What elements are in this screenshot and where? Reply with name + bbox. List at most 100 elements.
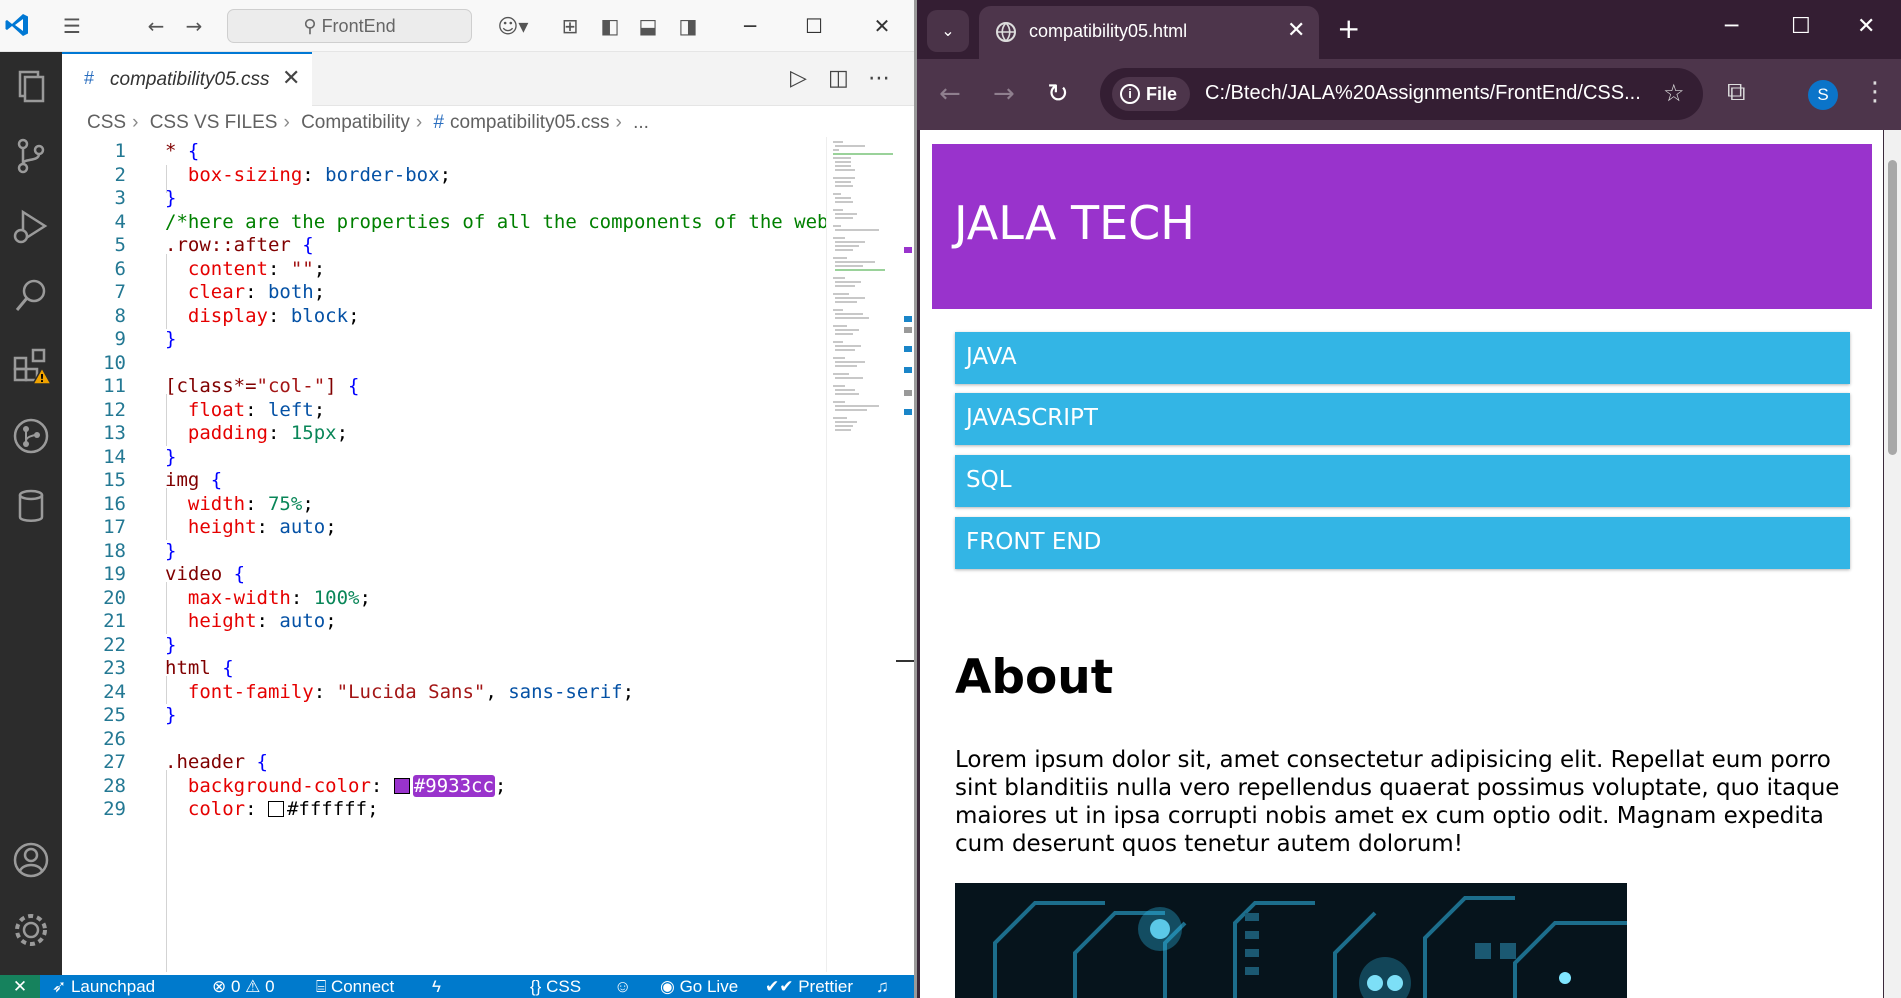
- minimap-line: [835, 269, 885, 271]
- address-bar[interactable]: i File C:/Btech/JALA%20Assignments/Front…: [1100, 68, 1703, 120]
- browser-menu-icon[interactable]: ⋮: [1862, 77, 1888, 107]
- menu-item-front-end[interactable]: FRONT END: [955, 517, 1850, 569]
- svg-text:!: !: [39, 372, 44, 385]
- chevron-right-icon: ›: [283, 112, 290, 133]
- bookmark-star-icon[interactable]: ☆: [1663, 79, 1685, 107]
- minimap-line: [835, 361, 865, 363]
- breadcrumb-item[interactable]: CSS: [87, 112, 126, 133]
- reload-icon[interactable]: ↻: [1047, 79, 1069, 109]
- run-debug-icon[interactable]: [9, 204, 53, 248]
- minimap-line: [835, 425, 853, 427]
- run-icon[interactable]: ▷: [790, 66, 807, 91]
- minimap-line: [835, 285, 855, 287]
- breadcrumb-item[interactable]: compatibility05.css: [450, 112, 609, 133]
- about-heading: About: [955, 650, 1114, 705]
- go-live-status[interactable]: ◉ Go Live: [660, 975, 738, 998]
- search-icon: ⚲: [303, 16, 322, 36]
- page-scrollbar-thumb[interactable]: [1888, 160, 1897, 455]
- maximize-icon[interactable]: ☐: [794, 10, 834, 42]
- customize-layout-icon[interactable]: ⊞: [556, 12, 584, 40]
- explorer-icon[interactable]: [9, 64, 53, 108]
- page-scrollbar[interactable]: [1884, 130, 1901, 998]
- minimap[interactable]: [826, 137, 902, 972]
- database-icon[interactable]: [9, 484, 53, 528]
- breadcrumb-item[interactable]: CSS VS FILES: [150, 112, 278, 133]
- problems-status[interactable]: ⊗ 0 ⚠ 0: [212, 975, 275, 998]
- browser-tab-strip: ⌄ compatibility05.html ✕ + ─ ☐ ✕: [917, 0, 1901, 59]
- breadcrumb-item[interactable]: Compatibility: [301, 112, 410, 133]
- maximize-icon[interactable]: ☐: [1791, 14, 1811, 39]
- more-actions-icon[interactable]: ⋯: [868, 66, 890, 91]
- notifications-bell-icon[interactable]: ♫: [876, 975, 889, 998]
- copilot-status-icon[interactable]: ☺: [614, 975, 631, 998]
- close-tab-icon[interactable]: ✕: [1287, 18, 1305, 43]
- toggle-panel-icon[interactable]: ⬓: [634, 12, 662, 40]
- vscode-logo-icon: [5, 14, 28, 36]
- minimap-line: [833, 177, 855, 179]
- minimap-line: [835, 313, 863, 315]
- close-window-icon[interactable]: ✕: [862, 10, 902, 42]
- toggle-sidebar-icon[interactable]: ◧: [596, 12, 624, 40]
- minimap-line: [835, 349, 855, 351]
- split-editor-icon[interactable]: ◫: [828, 66, 849, 91]
- profile-avatar[interactable]: S: [1808, 80, 1838, 110]
- close-tab-icon[interactable]: ✕: [282, 66, 300, 91]
- back-icon[interactable]: ←: [142, 12, 170, 40]
- css-file-icon: #: [84, 68, 95, 88]
- forward-icon[interactable]: →: [180, 12, 208, 40]
- language-mode[interactable]: {} CSS: [530, 975, 581, 998]
- search-view-icon[interactable]: [9, 274, 53, 318]
- remote-indicator-icon[interactable]: ✕: [0, 975, 40, 998]
- accounts-icon[interactable]: [9, 838, 53, 882]
- command-center-search[interactable]: ⚲ FrontEnd: [227, 9, 472, 43]
- back-icon[interactable]: ←: [939, 79, 961, 109]
- code-editor[interactable]: 1 * { 2 box-sizing: border-box; 3} 4/*her…: [62, 137, 827, 972]
- page-title: JALA TECH: [954, 196, 1195, 250]
- braces-icon: {}: [530, 977, 547, 996]
- scroll-marker: [904, 390, 912, 396]
- minimap-line: [835, 393, 859, 395]
- breadcrumb-item[interactable]: ...: [633, 112, 649, 133]
- activity-bar: !: [0, 52, 62, 975]
- site-info-chip[interactable]: i File: [1112, 77, 1190, 111]
- menu-item-sql[interactable]: SQL: [955, 455, 1850, 507]
- copilot-icon[interactable]: ☺▾: [488, 12, 538, 40]
- browser-tab-active[interactable]: compatibility05.html ✕: [979, 6, 1319, 59]
- connect-status[interactable]: ⌸ Connect: [316, 975, 394, 998]
- toggle-secondary-sidebar-icon[interactable]: ◨: [674, 12, 702, 40]
- source-control-icon[interactable]: [9, 134, 53, 178]
- tab-search-dropdown-icon[interactable]: ⌄: [927, 10, 969, 52]
- color-swatch[interactable]: [267, 801, 284, 817]
- lightning-icon[interactable]: ϟ: [432, 975, 441, 998]
- url-text: C:/Btech/JALA%20Assignments/FrontEnd/CSS…: [1205, 82, 1641, 104]
- minimap-line: [835, 197, 851, 199]
- settings-gear-icon[interactable]: [9, 908, 53, 952]
- minimap-line: [835, 281, 861, 283]
- menu-item-java[interactable]: JAVA: [955, 332, 1850, 384]
- launchpad-status[interactable]: ➶ Launchpad: [52, 975, 155, 998]
- editor-scrollbar[interactable]: [896, 137, 914, 972]
- close-window-icon[interactable]: ✕: [1857, 14, 1875, 39]
- color-swatch[interactable]: [393, 777, 410, 794]
- minimize-icon[interactable]: ─: [730, 10, 770, 42]
- minimap-line: [833, 257, 847, 259]
- minimap-line: [835, 181, 851, 183]
- minimap-line: [833, 153, 893, 155]
- extensions-warning-icon[interactable]: !: [9, 344, 53, 388]
- double-check-icon: ✔✔: [765, 977, 799, 996]
- menu-item-javascript[interactable]: JAVASCRIPT: [955, 393, 1850, 445]
- web-page: JALA TECH JAVA JAVASCRIPT SQL FRONT END …: [920, 130, 1883, 998]
- minimap-line: [835, 333, 853, 335]
- minimize-icon[interactable]: ─: [1725, 14, 1738, 39]
- prettier-status[interactable]: ✔✔ Prettier: [765, 975, 853, 998]
- minimap-line: [835, 201, 853, 203]
- gitlens-icon[interactable]: [9, 414, 53, 458]
- tab-compatibility05-css[interactable]: # compatibility05.css ✕: [62, 52, 312, 106]
- new-tab-icon[interactable]: +: [1337, 12, 1360, 45]
- vscode-titlebar: ☰ ← → ⚲ FrontEnd ☺▾ ⊞ ◧ ⬓ ◨ ─ ☐ ✕: [0, 0, 914, 52]
- minimap-line: [833, 325, 847, 327]
- forward-icon[interactable]: →: [993, 79, 1015, 109]
- minimap-line: [835, 165, 851, 167]
- extensions-puzzle-icon[interactable]: ⧉: [1727, 77, 1746, 108]
- menu-icon[interactable]: ☰: [58, 12, 86, 40]
